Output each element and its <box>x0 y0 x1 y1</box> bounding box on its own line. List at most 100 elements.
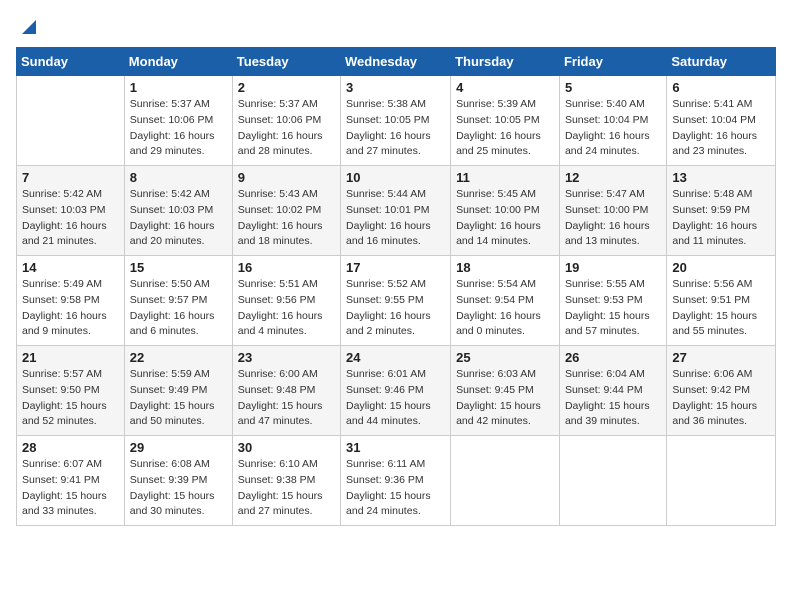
day-num-18: 18 <box>456 260 554 275</box>
day-num-17: 17 <box>346 260 445 275</box>
cell-w3-d3: 17 Sunrise: 5:52 AMSunset: 9:55 PMDayligh… <box>341 256 451 346</box>
day-info-5: Sunrise: 5:40 AMSunset: 10:04 PMDaylight… <box>565 97 661 160</box>
cell-w4-d3: 24 Sunrise: 6:01 AMSunset: 9:46 PMDayligh… <box>341 346 451 436</box>
cell-w3-d4: 18 Sunrise: 5:54 AMSunset: 9:54 PMDayligh… <box>451 256 560 346</box>
day-num-13: 13 <box>672 170 770 185</box>
day-info-1: Sunrise: 5:37 AMSunset: 10:06 PMDaylight… <box>130 97 227 160</box>
cell-w2-d0: 7 Sunrise: 5:42 AMSunset: 10:03 PMDayligh… <box>17 166 125 256</box>
cell-w2-d1: 8 Sunrise: 5:42 AMSunset: 10:03 PMDayligh… <box>124 166 232 256</box>
day-info-24: Sunrise: 6:01 AMSunset: 9:46 PMDaylight:… <box>346 367 445 430</box>
cell-w1-d4: 4 Sunrise: 5:39 AMSunset: 10:05 PMDayligh… <box>451 76 560 166</box>
header-wednesday: Wednesday <box>341 48 451 76</box>
day-num-26: 26 <box>565 350 661 365</box>
cell-w5-d3: 31 Sunrise: 6:11 AMSunset: 9:36 PMDayligh… <box>341 436 451 526</box>
day-info-30: Sunrise: 6:10 AMSunset: 9:38 PMDaylight:… <box>238 457 335 520</box>
day-num-31: 31 <box>346 440 445 455</box>
week-row-2: 7 Sunrise: 5:42 AMSunset: 10:03 PMDayligh… <box>17 166 776 256</box>
day-num-3: 3 <box>346 80 445 95</box>
week-row-3: 14 Sunrise: 5:49 AMSunset: 9:58 PMDayligh… <box>17 256 776 346</box>
day-info-12: Sunrise: 5:47 AMSunset: 10:00 PMDaylight… <box>565 187 661 250</box>
cell-w3-d1: 15 Sunrise: 5:50 AMSunset: 9:57 PMDayligh… <box>124 256 232 346</box>
day-num-30: 30 <box>238 440 335 455</box>
cell-w4-d6: 27 Sunrise: 6:06 AMSunset: 9:42 PMDayligh… <box>667 346 776 436</box>
day-info-31: Sunrise: 6:11 AMSunset: 9:36 PMDaylight:… <box>346 457 445 520</box>
cell-w3-d2: 16 Sunrise: 5:51 AMSunset: 9:56 PMDayligh… <box>232 256 340 346</box>
day-info-4: Sunrise: 5:39 AMSunset: 10:05 PMDaylight… <box>456 97 554 160</box>
header-friday: Friday <box>559 48 666 76</box>
cell-w5-d2: 30 Sunrise: 6:10 AMSunset: 9:38 PMDayligh… <box>232 436 340 526</box>
week-row-1: 1 Sunrise: 5:37 AMSunset: 10:06 PMDayligh… <box>17 76 776 166</box>
day-info-17: Sunrise: 5:52 AMSunset: 9:55 PMDaylight:… <box>346 277 445 340</box>
day-info-9: Sunrise: 5:43 AMSunset: 10:02 PMDaylight… <box>238 187 335 250</box>
day-info-2: Sunrise: 5:37 AMSunset: 10:06 PMDaylight… <box>238 97 335 160</box>
header-saturday: Saturday <box>667 48 776 76</box>
day-info-14: Sunrise: 5:49 AMSunset: 9:58 PMDaylight:… <box>22 277 119 340</box>
day-info-7: Sunrise: 5:42 AMSunset: 10:03 PMDaylight… <box>22 187 119 250</box>
day-num-8: 8 <box>130 170 227 185</box>
cell-w5-d5 <box>559 436 666 526</box>
day-num-4: 4 <box>456 80 554 95</box>
cell-w4-d5: 26 Sunrise: 6:04 AMSunset: 9:44 PMDayligh… <box>559 346 666 436</box>
day-num-22: 22 <box>130 350 227 365</box>
day-info-21: Sunrise: 5:57 AMSunset: 9:50 PMDaylight:… <box>22 367 119 430</box>
day-info-3: Sunrise: 5:38 AMSunset: 10:05 PMDaylight… <box>346 97 445 160</box>
day-info-15: Sunrise: 5:50 AMSunset: 9:57 PMDaylight:… <box>130 277 227 340</box>
cell-w2-d2: 9 Sunrise: 5:43 AMSunset: 10:02 PMDayligh… <box>232 166 340 256</box>
calendar-table: SundayMondayTuesdayWednesdayThursdayFrid… <box>16 47 776 526</box>
day-num-19: 19 <box>565 260 661 275</box>
cell-w1-d5: 5 Sunrise: 5:40 AMSunset: 10:04 PMDayligh… <box>559 76 666 166</box>
header-tuesday: Tuesday <box>232 48 340 76</box>
cell-w1-d2: 2 Sunrise: 5:37 AMSunset: 10:06 PMDayligh… <box>232 76 340 166</box>
day-info-23: Sunrise: 6:00 AMSunset: 9:48 PMDaylight:… <box>238 367 335 430</box>
header-sunday: Sunday <box>17 48 125 76</box>
day-num-7: 7 <box>22 170 119 185</box>
day-num-16: 16 <box>238 260 335 275</box>
weekday-header-row: SundayMondayTuesdayWednesdayThursdayFrid… <box>17 48 776 76</box>
day-num-5: 5 <box>565 80 661 95</box>
cell-w4-d0: 21Sunrise: 5:57 AMSunset: 9:50 PMDayligh… <box>17 346 125 436</box>
cell-w5-d1: 29 Sunrise: 6:08 AMSunset: 9:39 PMDayligh… <box>124 436 232 526</box>
day-info-29: Sunrise: 6:08 AMSunset: 9:39 PMDaylight:… <box>130 457 227 520</box>
cell-w4-d4: 25Sunrise: 6:03 AMSunset: 9:45 PMDayligh… <box>451 346 560 436</box>
day-num-1: 1 <box>130 80 227 95</box>
cell-w3-d0: 14 Sunrise: 5:49 AMSunset: 9:58 PMDayligh… <box>17 256 125 346</box>
header-thursday: Thursday <box>451 48 560 76</box>
day-info-18: Sunrise: 5:54 AMSunset: 9:54 PMDaylight:… <box>456 277 554 340</box>
day-num-14: 14 <box>22 260 119 275</box>
logo <box>16 16 36 39</box>
day-info-13: Sunrise: 5:48 AMSunset: 9:59 PMDaylight:… <box>672 187 770 250</box>
day-num-2: 2 <box>238 80 335 95</box>
cell-w3-d5: 19 Sunrise: 5:55 AMSunset: 9:53 PMDayligh… <box>559 256 666 346</box>
cell-w1-d0 <box>17 76 125 166</box>
day-info-16: Sunrise: 5:51 AMSunset: 9:56 PMDaylight:… <box>238 277 335 340</box>
day-info-20: Sunrise: 5:56 AMSunset: 9:51 PMDaylight:… <box>672 277 770 340</box>
day-info-25: Sunrise: 6:03 AMSunset: 9:45 PMDaylight:… <box>456 367 554 430</box>
cell-w4-d2: 23Sunrise: 6:00 AMSunset: 9:48 PMDayligh… <box>232 346 340 436</box>
day-num-28: 28 <box>22 440 119 455</box>
cell-w2-d4: 11Sunrise: 5:45 AMSunset: 10:00 PMDaylig… <box>451 166 560 256</box>
day-info-8: Sunrise: 5:42 AMSunset: 10:03 PMDaylight… <box>130 187 227 250</box>
cell-w2-d5: 12Sunrise: 5:47 AMSunset: 10:00 PMDaylig… <box>559 166 666 256</box>
day-info-19: Sunrise: 5:55 AMSunset: 9:53 PMDaylight:… <box>565 277 661 340</box>
day-info-11: Sunrise: 5:45 AMSunset: 10:00 PMDaylight… <box>456 187 554 250</box>
cell-w5-d0: 28Sunrise: 6:07 AMSunset: 9:41 PMDayligh… <box>17 436 125 526</box>
cell-w5-d4 <box>451 436 560 526</box>
day-num-29: 29 <box>130 440 227 455</box>
week-row-5: 28Sunrise: 6:07 AMSunset: 9:41 PMDayligh… <box>17 436 776 526</box>
day-num-6: 6 <box>672 80 770 95</box>
logo-arrow-icon <box>18 16 36 34</box>
day-num-9: 9 <box>238 170 335 185</box>
day-info-26: Sunrise: 6:04 AMSunset: 9:44 PMDaylight:… <box>565 367 661 430</box>
day-num-27: 27 <box>672 350 770 365</box>
header-monday: Monday <box>124 48 232 76</box>
header-area <box>16 16 776 39</box>
cell-w1-d1: 1 Sunrise: 5:37 AMSunset: 10:06 PMDayligh… <box>124 76 232 166</box>
cell-w2-d3: 10Sunrise: 5:44 AMSunset: 10:01 PMDaylig… <box>341 166 451 256</box>
day-info-10: Sunrise: 5:44 AMSunset: 10:01 PMDaylight… <box>346 187 445 250</box>
day-info-27: Sunrise: 6:06 AMSunset: 9:42 PMDaylight:… <box>672 367 770 430</box>
day-num-24: 24 <box>346 350 445 365</box>
day-num-15: 15 <box>130 260 227 275</box>
cell-w2-d6: 13 Sunrise: 5:48 AMSunset: 9:59 PMDayligh… <box>667 166 776 256</box>
day-num-20: 20 <box>672 260 770 275</box>
cell-w4-d1: 22Sunrise: 5:59 AMSunset: 9:49 PMDayligh… <box>124 346 232 436</box>
